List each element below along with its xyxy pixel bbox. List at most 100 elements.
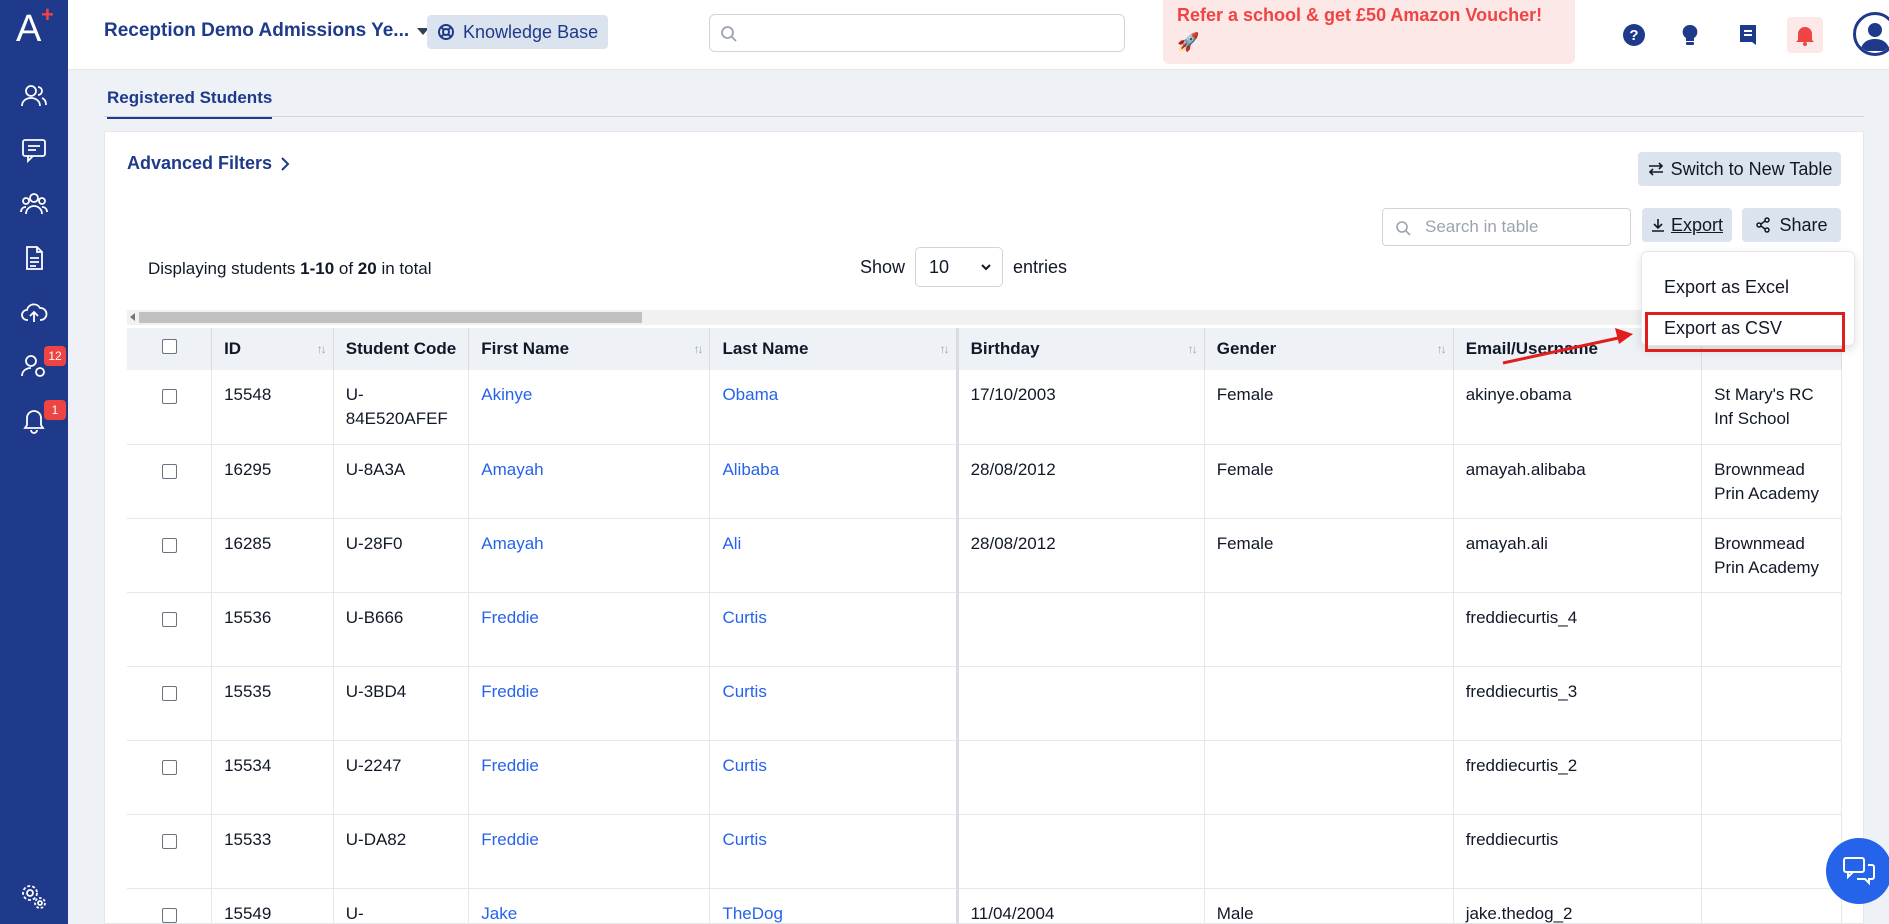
gender-value: Female [1216,385,1274,404]
gender-value: Female [1216,533,1274,553]
first-value[interactable]: Freddie [481,608,539,627]
notifications-bell-icon[interactable] [1787,17,1823,53]
row-checkbox[interactable] [161,611,177,627]
column-label: Birthday [970,339,1040,358]
scroll-left-arrow-icon[interactable] [130,313,135,321]
first-value[interactable]: Akinye [481,385,532,404]
cell-first[interactable]: Freddie [468,740,711,815]
table-row[interactable]: 15535 U-3BD4 Freddie Curtis freddiecurtis_3 [127,666,1842,741]
row-checkbox[interactable] [161,685,177,701]
settings-icon[interactable] [14,877,54,917]
display-suffix: in total [376,259,432,278]
cloud-upload-icon[interactable] [14,292,54,332]
last-value[interactable]: Curtis [722,830,766,849]
show-label: Show [860,257,906,277]
export-button[interactable]: Export [1642,208,1732,242]
global-search-input[interactable] [709,14,1125,52]
column-header-birthday[interactable]: Birthday ↑↓ [957,328,1205,370]
cell-school [1701,666,1842,741]
svg-text:?: ? [1629,27,1638,44]
email-value: freddiecurtis [1465,829,1559,849]
first-value[interactable]: Freddie [481,830,539,849]
cell-last[interactable]: Curtis [709,814,959,889]
first-value[interactable]: Jake [481,904,517,923]
cell-last[interactable]: Curtis [709,740,959,815]
row-checkbox[interactable] [161,759,177,775]
first-value[interactable]: Amayah [481,460,543,479]
column-header-last-name[interactable]: Last Name ↑↓ [709,328,959,370]
notes-icon[interactable] [1730,17,1766,53]
export-excel-option[interactable]: Export as Excel [1664,277,1789,298]
table-search-field[interactable] [1425,216,1620,238]
first-value[interactable]: Amayah [481,534,543,553]
advanced-filters-toggle[interactable]: Advanced Filters [127,153,290,174]
first-value[interactable]: Freddie [481,682,539,701]
email-value: freddiecurtis_4 [1465,607,1578,627]
cell-last[interactable]: Curtis [709,592,959,667]
cell-first[interactable]: Freddie [468,814,711,889]
share-button[interactable]: Share [1742,208,1841,242]
app-logo[interactable]: A + [16,2,56,52]
table-row[interactable]: 15534 U-2247 Freddie Curtis freddiecurtis_2 [127,740,1842,815]
cell-last[interactable]: Obama [709,370,959,445]
code-value: U-2247 [345,755,402,775]
scrollbar-thumb[interactable] [139,312,642,323]
row-checkbox[interactable] [161,833,177,849]
row-checkbox[interactable] [161,537,177,553]
last-value[interactable]: Alibaba [722,460,779,479]
column-label: Student Code [345,339,457,358]
cell-first[interactable]: Amayah [468,444,711,519]
cell-last[interactable]: Ali [709,518,959,593]
cell-first[interactable]: Freddie [468,592,711,667]
cell-first[interactable]: Amayah [468,518,711,593]
entries-per-page-select[interactable]: 10 [915,247,1003,287]
last-value[interactable]: Ali [722,534,741,553]
table-row[interactable]: 16295 U-8A3A Amayah Alibaba 28/08/2012 Female… [127,444,1842,519]
row-checkbox[interactable] [161,907,177,923]
last-value[interactable]: TheDog [722,904,782,923]
first-value[interactable]: Freddie [481,756,539,775]
last-value[interactable]: Curtis [722,682,766,701]
horizontal-scrollbar[interactable] [127,310,1842,325]
cell-first[interactable]: Jake [468,888,711,924]
lightbulb-icon[interactable] [1672,17,1708,53]
group-icon[interactable] [14,184,54,224]
users-icon[interactable] [14,76,54,116]
tab-registered-students[interactable]: Registered Students [107,88,273,119]
column-header-gender[interactable]: Gender ↑↓ [1204,328,1454,370]
cell-last[interactable]: Alibaba [709,444,959,519]
last-value[interactable]: Curtis [722,608,766,627]
message-icon[interactable] [14,130,54,170]
select-all-checkbox[interactable] [161,339,177,354]
search-icon [1396,221,1411,236]
table-row[interactable]: 15548 U-84E520AFEF Akinye Obama 17/10/2003 Fe… [127,370,1842,445]
cell-first[interactable]: Freddie [468,666,711,741]
cell-first[interactable]: Akinye [468,370,711,445]
cell-school: St Mary's RC Inf School [1701,370,1842,445]
switch-to-new-table-button[interactable]: Switch to New Table [1638,152,1841,186]
column-header-first-name[interactable]: First Name ↑↓ [468,328,711,370]
referral-promo-banner[interactable]: Refer a school & get £50 Amazon Voucher!… [1163,0,1575,64]
advanced-filters-label: Advanced Filters [127,153,273,173]
table-search-input[interactable] [1382,208,1631,246]
column-header-id[interactable]: ID ↑↓ [211,328,334,370]
table-row[interactable]: 15536 U-B666 Freddie Curtis freddiecurtis_4 [127,592,1842,667]
table-row[interactable]: 15549 U- Jake TheDog 11/04/2004 Male jake.thed… [127,888,1842,924]
row-checkbox[interactable] [161,463,177,479]
chat-support-button[interactable] [1826,838,1889,904]
cell-last[interactable]: Curtis [709,666,959,741]
last-value[interactable]: Curtis [722,756,766,775]
user-avatar[interactable] [1853,12,1889,56]
cell-last[interactable]: TheDog [709,888,959,924]
help-icon[interactable]: ? [1616,17,1652,53]
table-row[interactable]: 15533 U-DA82 Freddie Curtis freddiecurtis [127,814,1842,889]
knowledge-base-button[interactable]: Knowledge Base [427,15,609,49]
column-header-student-code[interactable]: Student Code [333,328,470,370]
table-row[interactable]: 16285 U-28F0 Amayah Ali 28/08/2012 Female amay… [127,518,1842,593]
row-checkbox[interactable] [161,389,177,404]
share-icon [1756,217,1771,233]
cell-email: freddiecurtis_4 [1453,592,1703,667]
last-value[interactable]: Obama [722,385,778,404]
school-selector[interactable]: Reception Demo Admissions Ye... [104,20,430,42]
document-icon[interactable] [14,238,54,278]
